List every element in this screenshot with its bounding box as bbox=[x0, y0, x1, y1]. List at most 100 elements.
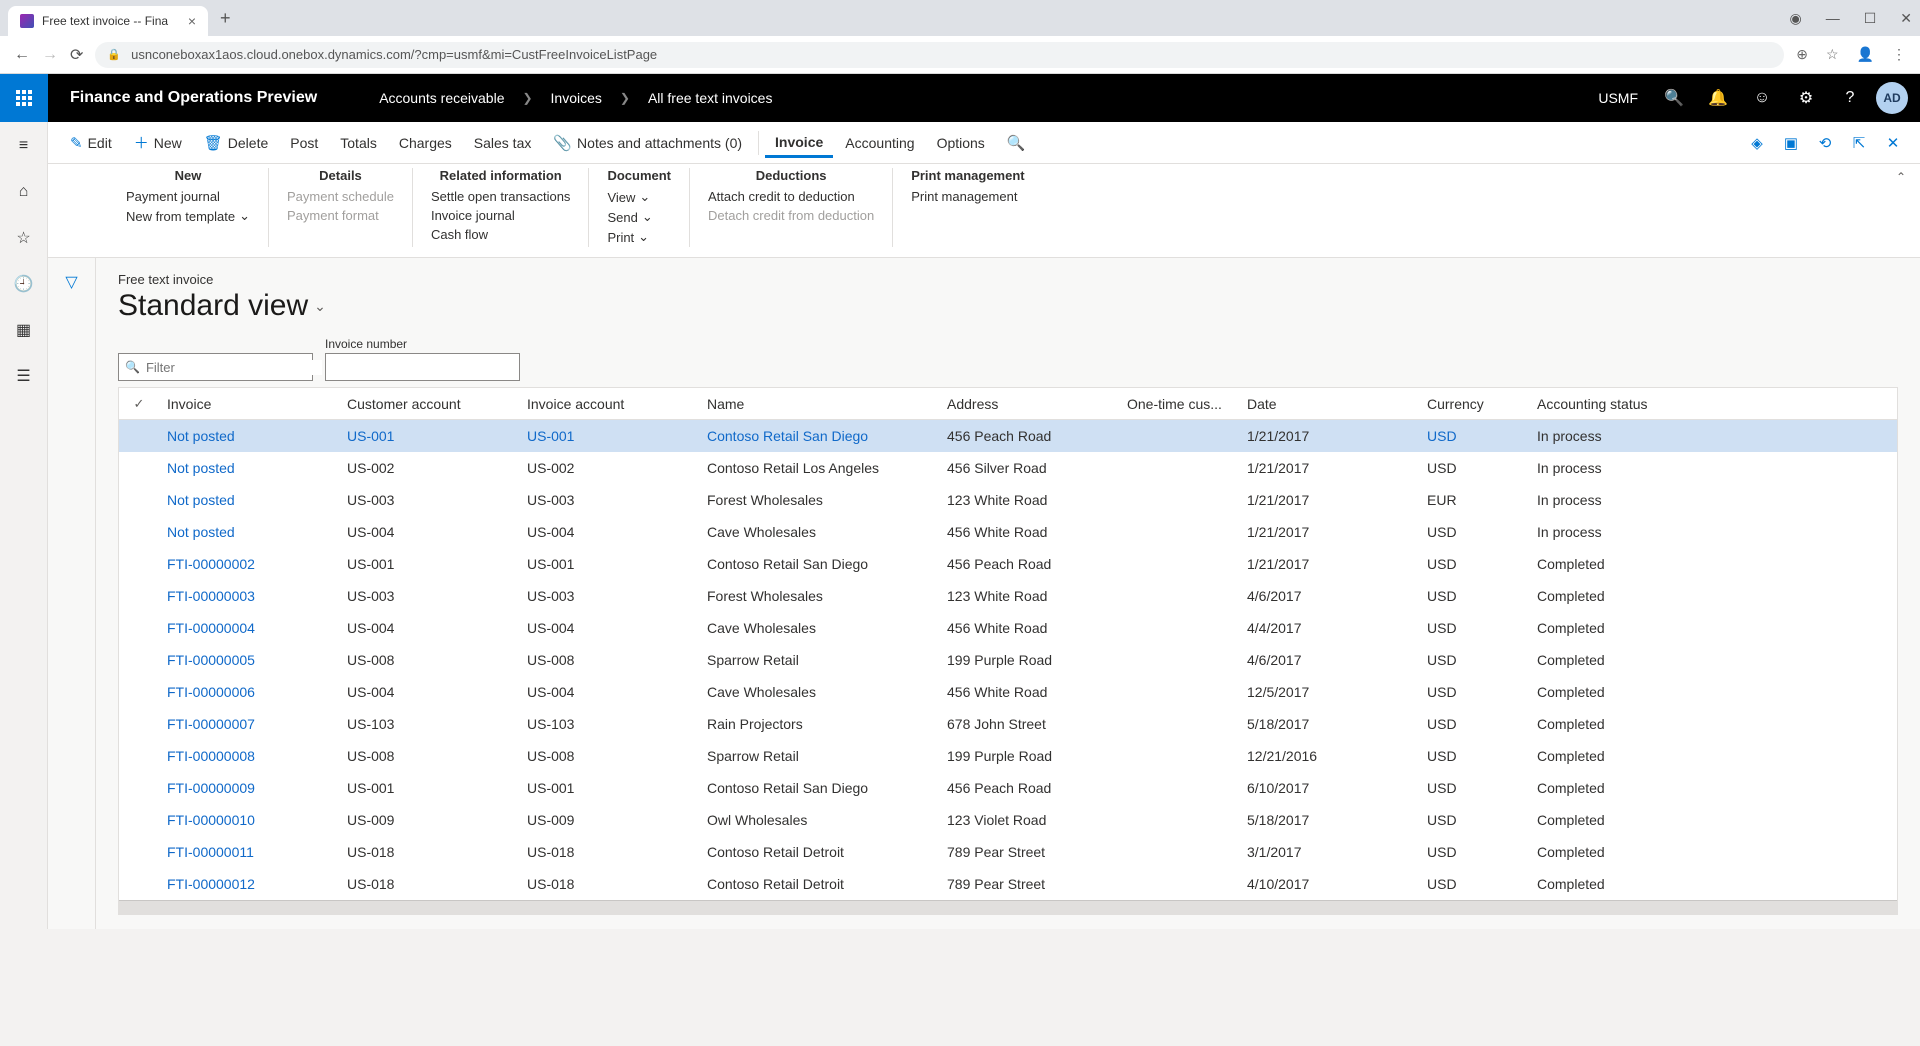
nav-reload-icon[interactable]: ⟳ bbox=[70, 45, 83, 65]
table-row[interactable]: FTI-00000005US-008US-008Sparrow Retail19… bbox=[119, 644, 1897, 676]
cell-invoice[interactable]: FTI-00000010 bbox=[159, 812, 339, 828]
grid-body[interactable]: Not postedUS-001US-001Contoso Retail San… bbox=[119, 420, 1897, 900]
table-row[interactable]: FTI-00000004US-004US-004Cave Wholesales4… bbox=[119, 612, 1897, 644]
view-button[interactable]: View⌄ bbox=[607, 187, 671, 207]
delete-button[interactable]: 🗑Delete bbox=[194, 130, 279, 156]
new-tab-button[interactable]: + bbox=[220, 8, 231, 29]
sales-tax-button[interactable]: Sales tax bbox=[464, 131, 542, 155]
smiley-icon[interactable]: ☺ bbox=[1744, 80, 1780, 116]
table-row[interactable]: FTI-00000003US-003US-003Forest Wholesale… bbox=[119, 580, 1897, 612]
new-from-template-button[interactable]: New from template⌄ bbox=[126, 206, 250, 226]
cell-invoice[interactable]: Not posted bbox=[159, 428, 339, 444]
cell-invoice[interactable]: FTI-00000009 bbox=[159, 780, 339, 796]
table-row[interactable]: Not postedUS-002US-002Contoso Retail Los… bbox=[119, 452, 1897, 484]
favorites-star-icon[interactable]: ☆ bbox=[8, 222, 40, 254]
home-icon[interactable]: ⌂ bbox=[8, 176, 40, 208]
table-row[interactable]: FTI-00000007US-103US-103Rain Projectors6… bbox=[119, 708, 1897, 740]
invoice-number-textbox[interactable] bbox=[332, 360, 513, 375]
refresh-icon[interactable]: ⟲ bbox=[1810, 128, 1840, 158]
notes-attachments-button[interactable]: 📎Notes and attachments (0) bbox=[543, 130, 752, 156]
gear-icon[interactable]: ⚙ bbox=[1788, 80, 1824, 116]
modules-icon[interactable]: ☰ bbox=[8, 360, 40, 392]
funnel-icon[interactable]: ▽ bbox=[65, 272, 77, 929]
company-selector[interactable]: USMF bbox=[1598, 90, 1638, 106]
col-name[interactable]: Name bbox=[699, 396, 939, 412]
post-button[interactable]: Post bbox=[280, 131, 328, 155]
attach-credit-button[interactable]: Attach credit to deduction bbox=[708, 187, 874, 206]
office-icon[interactable]: ▣ bbox=[1776, 128, 1806, 158]
window-minimize-icon[interactable]: — bbox=[1826, 10, 1840, 26]
col-address[interactable]: Address bbox=[939, 396, 1119, 412]
user-avatar[interactable]: AD bbox=[1876, 82, 1908, 114]
horizontal-scrollbar[interactable] bbox=[119, 900, 1897, 914]
filter-textbox[interactable] bbox=[146, 360, 322, 375]
browser-tab[interactable]: Free text invoice -- Fina × bbox=[8, 6, 208, 36]
table-row[interactable]: FTI-00000006US-004US-004Cave Wholesales4… bbox=[119, 676, 1897, 708]
workspaces-icon[interactable]: ▦ bbox=[8, 314, 40, 346]
cell-invoice[interactable]: Not posted bbox=[159, 460, 339, 476]
nav-back-icon[interactable]: ← bbox=[14, 46, 30, 64]
cell-invoice[interactable]: FTI-00000003 bbox=[159, 588, 339, 604]
tab-close-icon[interactable]: × bbox=[188, 13, 196, 29]
window-close-icon[interactable]: ✕ bbox=[1900, 10, 1912, 27]
table-row[interactable]: FTI-00000010US-009US-009Owl Wholesales12… bbox=[119, 804, 1897, 836]
col-customer-account[interactable]: Customer account bbox=[339, 396, 519, 412]
cell-invoice[interactable]: FTI-00000006 bbox=[159, 684, 339, 700]
action-search-button[interactable]: 🔍 bbox=[997, 130, 1036, 156]
attach-icon[interactable]: ◈ bbox=[1742, 128, 1772, 158]
cell-invoice[interactable]: FTI-00000008 bbox=[159, 748, 339, 764]
table-row[interactable]: FTI-00000011US-018US-018Contoso Retail D… bbox=[119, 836, 1897, 868]
close-icon[interactable]: ✕ bbox=[1878, 128, 1908, 158]
col-date[interactable]: Date bbox=[1239, 396, 1419, 412]
table-row[interactable]: FTI-00000008US-008US-008Sparrow Retail19… bbox=[119, 740, 1897, 772]
recent-clock-icon[interactable]: 🕘 bbox=[8, 268, 40, 300]
star-icon[interactable]: ☆ bbox=[1826, 46, 1839, 63]
collapse-ribbon-icon[interactable]: ⌃ bbox=[1896, 170, 1906, 184]
account-indicator-icon[interactable]: ◉ bbox=[1789, 10, 1801, 27]
settle-transactions-button[interactable]: Settle open transactions bbox=[431, 187, 570, 206]
table-row[interactable]: Not postedUS-001US-001Contoso Retail San… bbox=[119, 420, 1897, 452]
print-management-button[interactable]: Print management bbox=[911, 187, 1024, 206]
send-button[interactable]: Send⌄ bbox=[607, 207, 671, 227]
tab-invoice[interactable]: Invoice bbox=[765, 128, 833, 158]
profile-icon[interactable]: 👤 bbox=[1857, 46, 1874, 63]
cell-invoice[interactable]: FTI-00000011 bbox=[159, 844, 339, 860]
zoom-icon[interactable]: ⊕ bbox=[1796, 46, 1808, 63]
table-row[interactable]: FTI-00000002US-001US-001Contoso Retail S… bbox=[119, 548, 1897, 580]
print-button[interactable]: Print⌄ bbox=[607, 227, 671, 247]
table-row[interactable]: FTI-00000009US-001US-001Contoso Retail S… bbox=[119, 772, 1897, 804]
totals-button[interactable]: Totals bbox=[330, 131, 387, 155]
invoice-number-input[interactable] bbox=[325, 353, 520, 381]
cell-invoice[interactable]: FTI-00000005 bbox=[159, 652, 339, 668]
edit-button[interactable]: ✎Edit bbox=[60, 130, 122, 156]
breadcrumb-item[interactable]: Invoices bbox=[551, 90, 602, 106]
col-accounting-status[interactable]: Accounting status bbox=[1529, 396, 1699, 412]
tab-options[interactable]: Options bbox=[927, 129, 995, 157]
table-row[interactable]: Not postedUS-004US-004Cave Wholesales456… bbox=[119, 516, 1897, 548]
table-row[interactable]: Not postedUS-003US-003Forest Wholesales1… bbox=[119, 484, 1897, 516]
col-invoice-account[interactable]: Invoice account bbox=[519, 396, 699, 412]
cell-invoice[interactable]: FTI-00000012 bbox=[159, 876, 339, 892]
cell-invoice[interactable]: FTI-00000002 bbox=[159, 556, 339, 572]
cell-invoice[interactable]: Not posted bbox=[159, 492, 339, 508]
select-all-checkbox[interactable]: ✓ bbox=[119, 396, 159, 412]
col-currency[interactable]: Currency bbox=[1419, 396, 1529, 412]
app-launcher-button[interactable] bbox=[0, 74, 48, 122]
cell-invoice[interactable]: FTI-00000007 bbox=[159, 716, 339, 732]
quick-filter-input[interactable]: 🔍 bbox=[118, 353, 313, 381]
col-one-time-customer[interactable]: One-time cus... bbox=[1119, 396, 1239, 412]
view-title[interactable]: Standard view ⌄ bbox=[118, 289, 1898, 323]
invoice-journal-button[interactable]: Invoice journal bbox=[431, 206, 570, 225]
col-invoice[interactable]: Invoice bbox=[159, 396, 339, 412]
cell-invoice[interactable]: FTI-00000004 bbox=[159, 620, 339, 636]
breadcrumb-item[interactable]: All free text invoices bbox=[648, 90, 773, 106]
tab-accounting[interactable]: Accounting bbox=[835, 129, 924, 157]
window-maximize-icon[interactable]: ☐ bbox=[1864, 10, 1877, 27]
hamburger-icon[interactable]: ≡ bbox=[8, 130, 40, 162]
cash-flow-button[interactable]: Cash flow bbox=[431, 225, 570, 244]
charges-button[interactable]: Charges bbox=[389, 131, 462, 155]
cell-invoice[interactable]: Not posted bbox=[159, 524, 339, 540]
new-button[interactable]: ＋New bbox=[124, 128, 192, 157]
breadcrumb-item[interactable]: Accounts receivable bbox=[379, 90, 504, 106]
payment-journal-button[interactable]: Payment journal bbox=[126, 187, 250, 206]
